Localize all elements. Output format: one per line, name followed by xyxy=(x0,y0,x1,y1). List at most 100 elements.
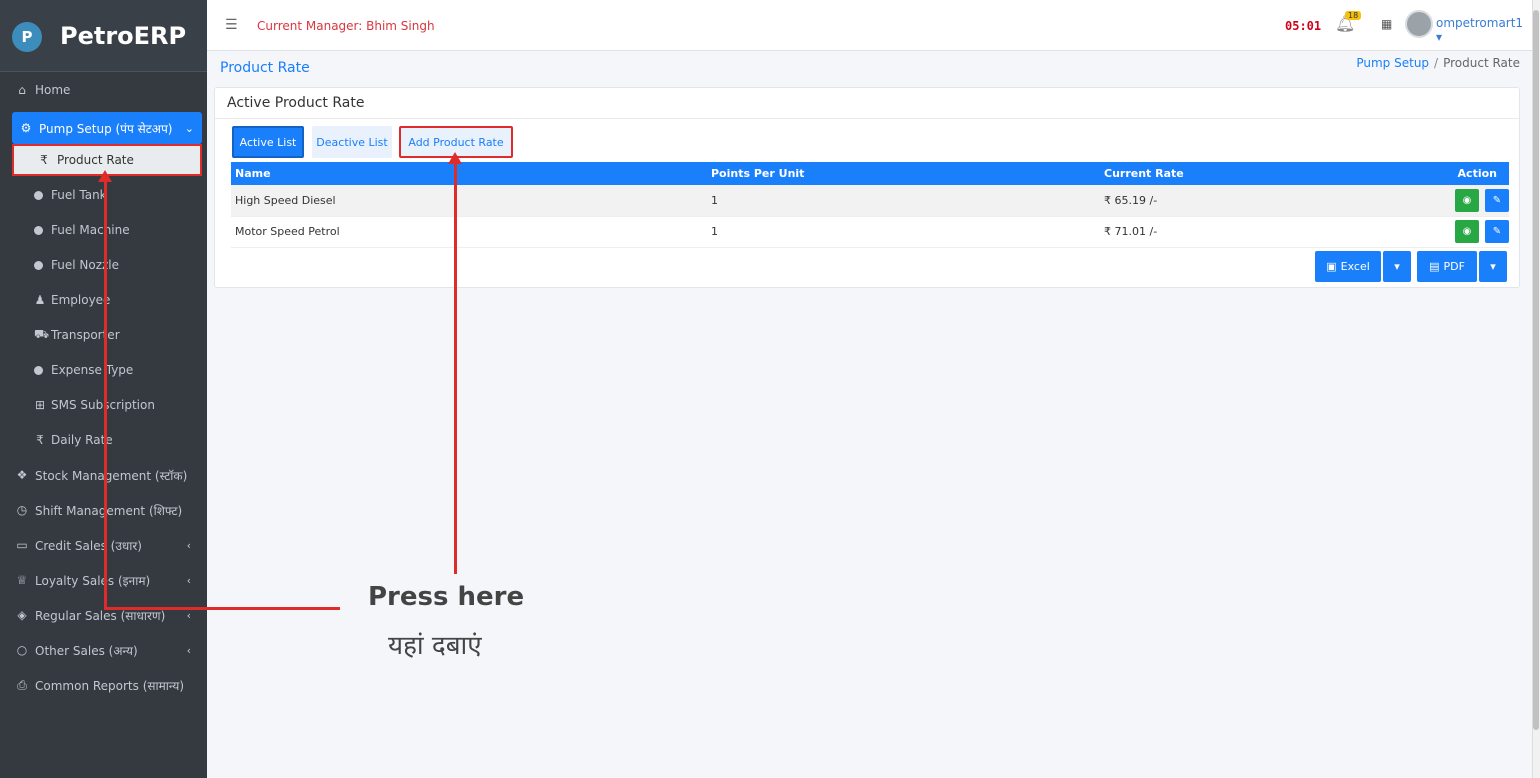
pencil-icon: ✎ xyxy=(1492,194,1502,206)
brand-name: PetroERP xyxy=(60,22,187,50)
pdf-dropdown-button[interactable]: ▾ xyxy=(1479,251,1507,282)
cell-rate: ₹ 65.19 /- xyxy=(1100,185,1380,217)
sidebar-item-other-sales[interactable]: ○ Other Sales (अन्य) ‹ xyxy=(0,634,207,666)
circle-icon xyxy=(34,190,43,200)
cell-rate: ₹ 71.01 /- xyxy=(1100,216,1380,248)
sidebar-item-common-reports[interactable]: ⎙ Common Reports (सामान्य) xyxy=(0,669,207,701)
avatar[interactable] xyxy=(1405,10,1433,38)
cogs-icon: ⚙ xyxy=(20,121,32,135)
annotation-line-vertical-left xyxy=(104,180,107,610)
sidebar-item-label: Stock Management (स्टॉक) xyxy=(35,468,188,483)
page-title: Product Rate xyxy=(220,60,310,76)
column-header-points[interactable]: Points Per Unit xyxy=(707,162,1100,185)
scrollbar[interactable] xyxy=(1532,0,1540,778)
excel-export-button[interactable]: ▣ Excel xyxy=(1315,251,1381,282)
pdf-export-button[interactable]: ▤ PDF xyxy=(1417,251,1477,282)
breadcrumb-current: Product Rate xyxy=(1443,56,1520,70)
credit-card-icon: ▭ xyxy=(16,538,28,552)
sidebar-item-label: Product Rate xyxy=(57,153,134,167)
sidebar-item-label: Credit Sales (उधार) xyxy=(35,538,142,553)
table-row: Motor Speed Petrol 1 ₹ 71.01 /- ◉ ✎ xyxy=(231,216,1509,248)
apps-grid-icon[interactable]: ▦ xyxy=(1381,17,1392,31)
cell-action: ◉ ✎ xyxy=(1380,216,1509,248)
card-title: Active Product Rate xyxy=(227,95,365,111)
sidebar-item-label: Fuel Machine xyxy=(51,223,130,237)
sidebar-item-home[interactable]: ⌂ Home xyxy=(0,74,207,106)
circle-icon xyxy=(34,365,43,375)
rupee-icon: ₹ xyxy=(36,433,44,447)
circle-icon xyxy=(34,260,43,270)
product-rate-table: Name Points Per Unit Current Rate Action… xyxy=(231,162,1509,248)
cell-name: High Speed Diesel xyxy=(231,185,707,217)
sidebar-item-pump-setup[interactable]: ⚙ Pump Setup (पंप सेटअप) ⌄ xyxy=(12,112,202,144)
view-button[interactable]: ◉ xyxy=(1455,220,1479,243)
sidebar-item-label: SMS Subscription xyxy=(51,398,155,412)
file-excel-icon: ▣ xyxy=(1326,260,1337,273)
eye-icon: ◉ xyxy=(1462,194,1472,206)
cell-name: Motor Speed Petrol xyxy=(231,216,707,248)
current-manager-text: Current Manager: Bhim Singh xyxy=(257,19,435,33)
caret-down-icon: ▾ xyxy=(1394,260,1400,273)
breadcrumb: Pump Setup / Product Rate xyxy=(1356,56,1520,70)
scrollbar-thumb[interactable] xyxy=(1533,10,1539,730)
sidebar-item-label: Pump Setup (पंप सेटअप) xyxy=(39,121,173,136)
trophy-icon: ♕ xyxy=(16,573,28,587)
pdf-label: PDF xyxy=(1443,260,1465,273)
column-header-name[interactable]: Name xyxy=(231,162,707,185)
file-pdf-icon: ▤ xyxy=(1429,260,1440,273)
annotation-text-english: Press here xyxy=(368,582,525,612)
caret-down-icon: ▾ xyxy=(1490,260,1496,273)
user-menu[interactable]: ompetromart1 ▾ xyxy=(1436,16,1532,44)
column-header-action: Action xyxy=(1380,162,1509,185)
divider xyxy=(215,118,1519,119)
table-header-row: Name Points Per Unit Current Rate Action xyxy=(231,162,1509,185)
annotation-line-vertical-right xyxy=(454,162,457,574)
caret-down-icon: ▾ xyxy=(1436,30,1443,44)
chevron-down-icon: ⌄ xyxy=(184,121,194,135)
sidebar-item-label: Shift Management (शिफ्ट) xyxy=(35,503,183,518)
table-row: High Speed Diesel 1 ₹ 65.19 /- ◉ ✎ xyxy=(231,185,1509,217)
view-button[interactable]: ◉ xyxy=(1455,188,1479,212)
annotation-arrowhead-right xyxy=(448,152,462,164)
sidebar-item-label: Common Reports (सामान्य) xyxy=(35,678,185,693)
annotation-arrowhead-left xyxy=(98,170,112,182)
chevron-left-icon: ‹ xyxy=(186,643,191,657)
sidebar-item-label: Fuel Nozzle xyxy=(51,258,120,272)
column-header-rate[interactable]: Current Rate xyxy=(1100,162,1380,185)
user-icon: ♟ xyxy=(34,293,46,307)
sidebar-item-label: Loyalty Sales (इनाम) xyxy=(35,573,151,588)
sidebar-item-label: Expense Type xyxy=(51,363,134,377)
username: ompetromart1 xyxy=(1436,16,1524,30)
menu-icon[interactable]: ☰ xyxy=(225,17,238,33)
edit-button[interactable]: ✎ xyxy=(1485,188,1509,212)
sidebar-item-label: Transporter xyxy=(51,328,120,342)
plus-square-icon: ⊞ xyxy=(34,398,46,412)
excel-label: Excel xyxy=(1340,260,1370,273)
excel-dropdown-button[interactable]: ▾ xyxy=(1383,251,1411,282)
cubes-icon: ❖ xyxy=(16,468,28,482)
rupee-icon: ₹ xyxy=(40,153,48,167)
brand[interactable]: P PetroERP xyxy=(0,0,207,72)
tab-deactive-list[interactable]: Deactive List xyxy=(312,126,392,158)
truck-icon: ⛟ xyxy=(34,327,50,341)
breadcrumb-link-pump-setup[interactable]: Pump Setup xyxy=(1356,56,1429,70)
notification-badge: 18 xyxy=(1345,11,1362,20)
chevron-left-icon: ‹ xyxy=(186,573,191,587)
cell-action: ◉ ✎ xyxy=(1380,185,1509,217)
cell-points: 1 xyxy=(707,216,1100,248)
sidebar-item-label: Home xyxy=(35,83,71,97)
breadcrumb-separator: / xyxy=(1434,56,1439,70)
eye-icon: ◉ xyxy=(1462,226,1472,237)
top-navbar: ☰ Current Manager: Bhim Singh 05:01 🔔︎ 1… xyxy=(207,0,1532,51)
pencil-icon: ✎ xyxy=(1492,226,1502,237)
chevron-left-icon: ‹ xyxy=(186,538,191,552)
brand-logo-icon: P xyxy=(12,22,42,52)
circle-icon xyxy=(34,225,43,235)
sidebar-item-label: Employee xyxy=(51,293,111,307)
print-icon: ⎙ xyxy=(17,677,27,692)
cell-points: 1 xyxy=(707,185,1100,217)
edit-button[interactable]: ✎ xyxy=(1485,220,1509,243)
sidebar-item-label: Fuel Tank xyxy=(51,188,107,202)
tab-active-list[interactable]: Active List xyxy=(232,126,304,158)
annotation-line-horizontal xyxy=(104,607,340,610)
